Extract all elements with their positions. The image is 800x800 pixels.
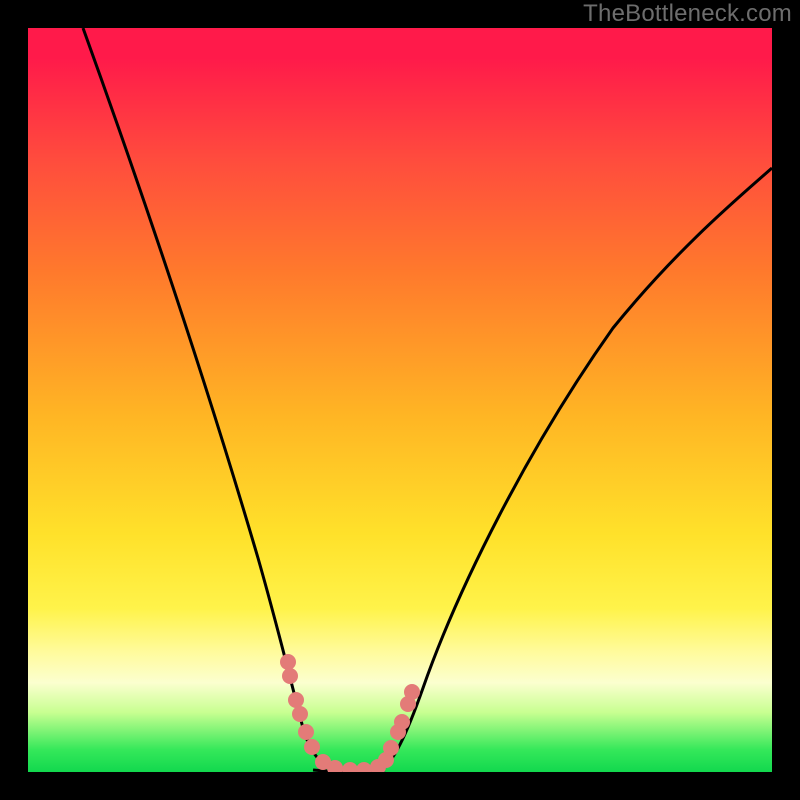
marker <box>282 668 298 684</box>
marker <box>292 706 308 722</box>
marker <box>288 692 304 708</box>
marker <box>383 740 399 756</box>
right-curve <box>380 168 772 771</box>
curve-layer <box>83 28 772 772</box>
marker <box>304 739 320 755</box>
marker-layer <box>280 654 420 772</box>
marker <box>404 684 420 700</box>
chart-svg <box>28 28 772 772</box>
plot-area <box>28 28 772 772</box>
marker <box>394 714 410 730</box>
marker <box>280 654 296 670</box>
marker <box>342 762 358 772</box>
marker <box>356 762 372 772</box>
watermark-text: TheBottleneck.com <box>583 0 792 28</box>
marker <box>298 724 314 740</box>
chart-frame: TheBottleneck.com <box>0 0 800 800</box>
left-curve <box>83 28 343 771</box>
